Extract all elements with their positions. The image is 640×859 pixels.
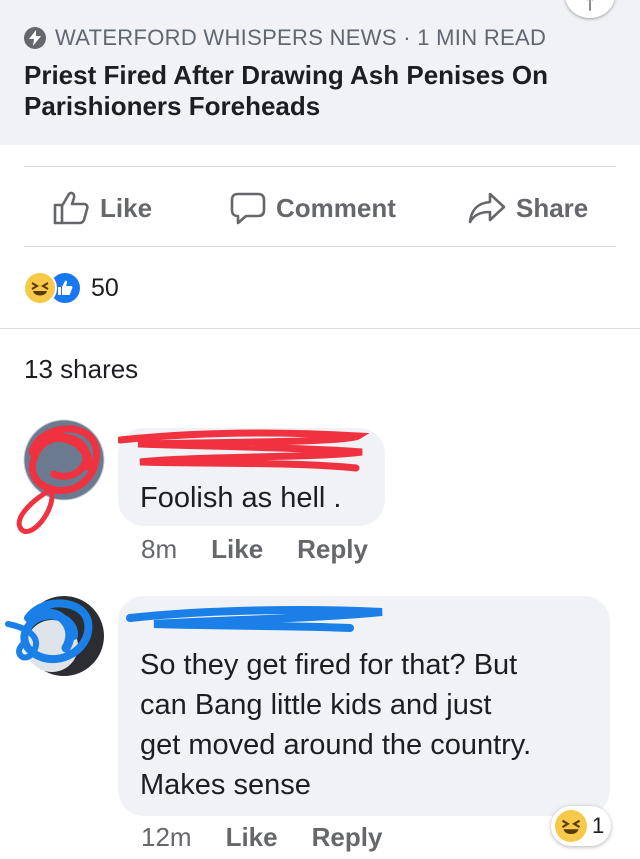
comment-like-button[interactable]: Like xyxy=(226,822,278,853)
comment-meta: 8m Like Reply xyxy=(141,532,368,566)
reaction-count: 50 xyxy=(91,273,119,302)
reaction-summary[interactable]: 50 xyxy=(23,271,119,305)
haha-reaction-icon xyxy=(23,271,57,305)
link-preview-card[interactable]: ↑ WATERFORD WHISPERS NEWS · 1 MIN READ P… xyxy=(0,0,640,145)
comment-meta: 12m Like Reply xyxy=(141,820,382,854)
comment-button-label: Comment xyxy=(276,192,396,223)
comment-text-line: So they get fired for that? But xyxy=(140,649,518,681)
comment-reply-button[interactable]: Reply xyxy=(312,822,383,853)
scroll-indicator-icon: ↑ xyxy=(565,0,615,18)
redacted-name xyxy=(126,606,383,632)
comment-text: Foolish as hell . xyxy=(140,482,342,514)
share-button-label: Share xyxy=(516,192,589,223)
avatar[interactable] xyxy=(16,419,105,534)
divider xyxy=(0,328,640,329)
divider xyxy=(24,246,616,247)
comment-like-button[interactable]: Like xyxy=(211,534,263,565)
comment-reaction-count: 1 xyxy=(592,813,605,838)
comment-reaction-badge[interactable]: 1 xyxy=(551,806,611,846)
share-count[interactable]: 13 shares xyxy=(24,354,138,385)
comment-time: 12m xyxy=(141,821,192,852)
comment-text-line: can Bang little kids and just xyxy=(140,689,492,721)
like-button[interactable]: Like xyxy=(52,188,152,228)
comment-text-line: get moved around the country. xyxy=(140,729,532,761)
divider xyxy=(24,166,616,167)
avatar[interactable] xyxy=(5,596,104,676)
comment-text: So they get fired for that? But can Bang… xyxy=(140,645,531,805)
share-arrow-icon xyxy=(468,192,506,224)
comment-button[interactable]: Comment xyxy=(230,188,396,228)
comment-time: 8m xyxy=(141,533,178,564)
share-button[interactable]: Share xyxy=(468,188,588,228)
thumbs-up-icon xyxy=(53,191,89,225)
link-source-label: WATERFORD WHISPERS NEWS · 1 MIN READ xyxy=(55,25,547,50)
lightning-bolt-icon xyxy=(24,27,46,49)
comment-reply-button[interactable]: Reply xyxy=(297,534,368,565)
speech-bubble-icon xyxy=(230,192,266,225)
comment-bubble[interactable]: So they get fired for that? But can Bang… xyxy=(118,596,610,816)
like-button-label: Like xyxy=(100,192,153,223)
comment-bubble[interactable]: Foolish as hell . xyxy=(118,428,385,526)
link-source-row: WATERFORD WHISPERS NEWS · 1 MIN READ xyxy=(24,24,546,52)
redacted-name xyxy=(118,429,370,472)
comment-text-line: Makes sense xyxy=(140,769,311,801)
link-headline[interactable]: Priest Fired After Drawing Ash Penises O… xyxy=(24,60,614,122)
haha-reaction-icon xyxy=(555,810,587,842)
